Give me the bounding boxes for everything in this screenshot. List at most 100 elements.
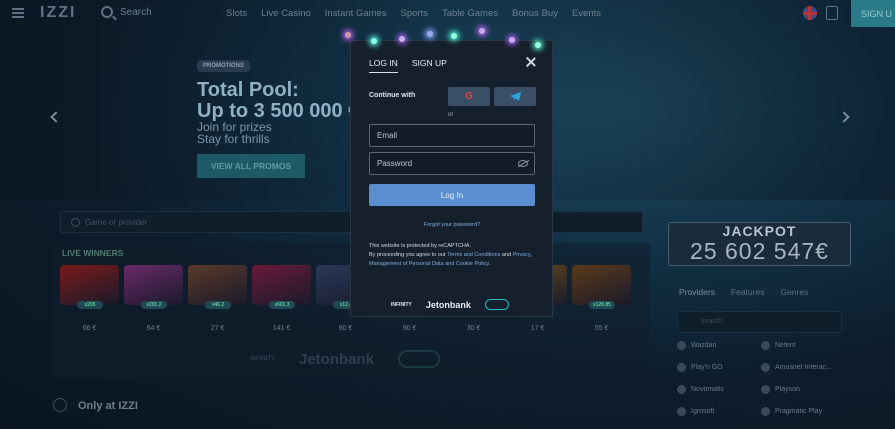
nav-live-casino[interactable]: Live Casino <box>261 8 311 19</box>
modal-partner-logos: INFINITY Jetonbank <box>391 299 509 310</box>
provider-name: Amusnet Interac... <box>775 364 832 371</box>
signup-button[interactable]: SIGN U <box>851 0 895 27</box>
promotions-badge: PROMOTIONS <box>197 60 251 72</box>
nav-events[interactable]: Events <box>572 8 601 19</box>
jetonbank-logo: Jetonbank <box>299 350 375 368</box>
nav-slots[interactable]: Slots <box>226 8 247 19</box>
terms-link[interactable]: Terms and Conditions <box>447 252 500 258</box>
multiplier-badge: x46.2 <box>205 301 231 309</box>
win-amount: 90 € <box>402 325 417 332</box>
light-bulb-icon <box>535 42 541 48</box>
winner-card[interactable]: x128.85 55 € <box>572 265 631 332</box>
nav-instant-games[interactable]: Instant Games <box>325 8 387 19</box>
provider-item[interactable]: Igrosoft <box>677 406 761 417</box>
infinity-logo: INFINITY <box>250 356 275 362</box>
game-thumbnail[interactable] <box>60 265 119 305</box>
win-amount: 80 € <box>338 325 353 332</box>
provider-logo-icon <box>761 363 770 372</box>
winner-card[interactable]: x46.2 27 € <box>188 265 247 332</box>
language-flag-icon[interactable] <box>803 6 817 20</box>
nav-sports[interactable]: Sports <box>401 8 428 19</box>
win-amount: 141 € <box>272 325 291 332</box>
provider-logo-icon <box>677 407 686 416</box>
main-nav: Slots Live Casino Instant Games Sports T… <box>226 8 601 19</box>
payment-logo-icon <box>398 350 441 368</box>
partner-logos: INFINITY Jetonbank <box>250 350 441 368</box>
legal-and: and <box>500 252 513 258</box>
game-thumbnail[interactable] <box>124 265 183 305</box>
win-amount: 27 € <box>210 325 225 332</box>
search-icon[interactable] <box>101 6 113 18</box>
infinity-logo-modal: INFINITY <box>391 301 412 308</box>
provider-item[interactable]: Playson <box>761 384 845 395</box>
jackpot-widget[interactable]: JACKPOT 25 602 547€ <box>668 222 851 266</box>
search-label[interactable]: Search <box>120 7 152 18</box>
password-placeholder: Password <box>377 159 413 168</box>
provider-item[interactable]: Wazdan <box>677 340 761 351</box>
email-field[interactable]: Email <box>369 124 535 147</box>
provider-logo-icon <box>677 385 686 394</box>
provider-name: Play'n GO <box>691 364 723 371</box>
nav-table-games[interactable]: Table Games <box>442 8 498 19</box>
win-amount: 17 € <box>530 325 545 332</box>
light-bulb-icon <box>479 28 485 34</box>
site-logo[interactable]: IZZI <box>40 4 76 22</box>
tab-features[interactable]: Features <box>731 287 765 297</box>
provider-item[interactable]: Play'n GO <box>677 362 761 373</box>
password-field[interactable]: Password <box>369 152 535 175</box>
game-thumbnail[interactable] <box>188 265 247 305</box>
jetonbank-logo-modal: Jetonbank <box>425 299 471 310</box>
light-bulb-icon <box>371 38 377 44</box>
win-amount: 66 € <box>82 325 97 332</box>
winner-card[interactable]: x291.2 64 € <box>124 265 183 332</box>
nav-bonus-buy[interactable]: Bonus Buy <box>512 8 558 19</box>
menu-icon[interactable] <box>12 8 24 18</box>
telegram-login-button[interactable] <box>494 87 536 106</box>
continue-with-label: Continue with <box>369 92 416 99</box>
multiplier-badge: x205 <box>77 301 103 309</box>
privacy-link[interactable]: Privacy <box>513 252 531 258</box>
winner-card[interactable]: x205 66 € <box>60 265 119 332</box>
provider-name: Pragmatic Play <box>775 408 823 415</box>
star-icon <box>53 398 67 412</box>
jackpot-value: 25 602 547€ <box>690 238 829 264</box>
login-modal: LOG IN SIGN UP Continue with G or Email … <box>350 40 553 317</box>
provider-item[interactable]: Amusnet Interac... <box>761 362 845 373</box>
provider-logo-icon <box>677 341 686 350</box>
provider-name: Wazdan <box>691 342 717 349</box>
legal-notice: This website is protected by reCAPTCHA. … <box>369 242 535 269</box>
eye-off-icon[interactable] <box>518 160 528 167</box>
live-winners-title: LIVE WINNERS <box>62 248 124 258</box>
multiplier-badge: x128.85 <box>589 301 615 309</box>
view-all-promos-button[interactable]: VIEW ALL PROMOS <box>197 154 305 178</box>
winner-card[interactable]: x601.3 141 € <box>252 265 311 332</box>
win-amount: 64 € <box>146 325 161 332</box>
tab-providers[interactable]: Providers <box>679 287 715 297</box>
jackpot-title: JACKPOT <box>722 223 797 239</box>
login-button[interactable]: Log In <box>369 184 535 206</box>
provider-search-input[interactable]: Search <box>677 311 842 333</box>
win-amount: 30 € <box>466 325 481 332</box>
google-login-button[interactable]: G <box>448 87 490 106</box>
provider-name: Igrosoft <box>691 408 715 415</box>
legal-period: . <box>488 261 491 267</box>
provider-list: Wazdan Netent Play'n GO Amusnet Interac... N… <box>677 340 845 417</box>
login-icon[interactable] <box>826 6 838 20</box>
cookie-policy-link[interactable]: Management of Personal Data and Cookie P… <box>369 261 489 267</box>
light-bulb-icon <box>509 37 515 43</box>
provider-logo-icon <box>761 341 770 350</box>
forgot-password-link[interactable]: Forgot your password? <box>369 222 535 228</box>
provider-item[interactable]: Novomatic <box>677 384 761 395</box>
light-bulb-icon <box>399 36 405 42</box>
hero-sub-line2: Stay for thrills <box>197 132 270 146</box>
tab-genres[interactable]: Genres <box>780 287 808 297</box>
provider-name: Novomatic <box>691 386 725 393</box>
hero-subtitle: Join for prizes Stay for thrills <box>197 121 272 145</box>
only-at-izzi-heading: Only at IZZI <box>78 400 138 412</box>
game-thumbnail[interactable] <box>572 265 631 305</box>
provider-item[interactable]: Pragmatic Play <box>761 406 845 417</box>
legal-comma: , <box>530 252 532 258</box>
light-bulb-icon <box>427 31 433 37</box>
provider-item[interactable]: Netent <box>761 340 845 351</box>
game-thumbnail[interactable] <box>252 265 311 305</box>
